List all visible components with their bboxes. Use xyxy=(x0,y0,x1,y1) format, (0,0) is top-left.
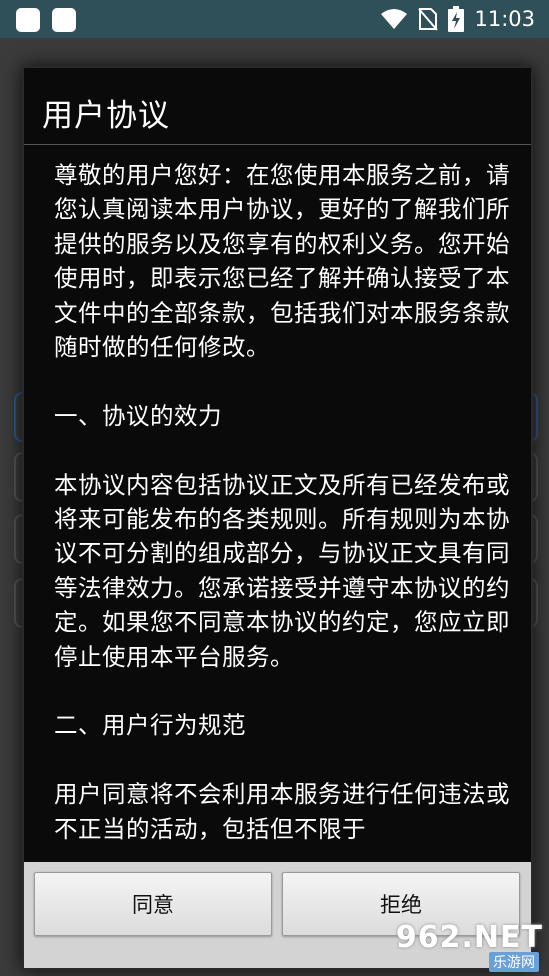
title-divider xyxy=(24,144,531,145)
agreement-text-scroll[interactable]: 尊敬的用户您好：在您使用本服务之前，请您认真阅读本用户协议，更好的了解我们所提供… xyxy=(54,158,524,844)
app-icon xyxy=(16,8,40,32)
dialog-title: 用户协议 xyxy=(42,98,170,134)
status-time: 11:03 xyxy=(474,7,535,31)
battery-charging-icon xyxy=(448,6,465,32)
agreement-paragraph: 尊敬的用户您好：在您使用本服务之前，请您认真阅读本用户协议，更好的了解我们所提供… xyxy=(54,161,510,362)
watermark-logo: 962.NET 乐游网 xyxy=(396,920,543,972)
status-icons: 11:03 xyxy=(380,0,535,38)
section-heading: 一、协议的效力 xyxy=(54,401,222,430)
no-sim-icon xyxy=(418,8,439,31)
agreement-paragraph: 用户同意将不会利用本服务进行任何违法或不正当的活动，包括但不限于 xyxy=(54,780,510,843)
user-agreement-dialog: 用户协议 尊敬的用户您好：在您使用本服务之前，请您认真阅读本用户协议，更好的了解… xyxy=(22,66,533,970)
agreement-paragraph: 本协议内容包括协议正文及所有已经发布或将来可能发布的各类规则。所有规则为本协议不… xyxy=(54,470,510,671)
status-bar: 11:03 xyxy=(0,0,549,38)
section-heading: 二、用户行为规范 xyxy=(54,711,246,740)
watermark-text: 962.NET xyxy=(395,920,543,955)
agree-button[interactable]: 同意 xyxy=(34,872,272,936)
app-icon xyxy=(52,8,76,32)
watermark-subtext: 乐游网 xyxy=(489,952,539,972)
wifi-icon xyxy=(381,9,408,29)
